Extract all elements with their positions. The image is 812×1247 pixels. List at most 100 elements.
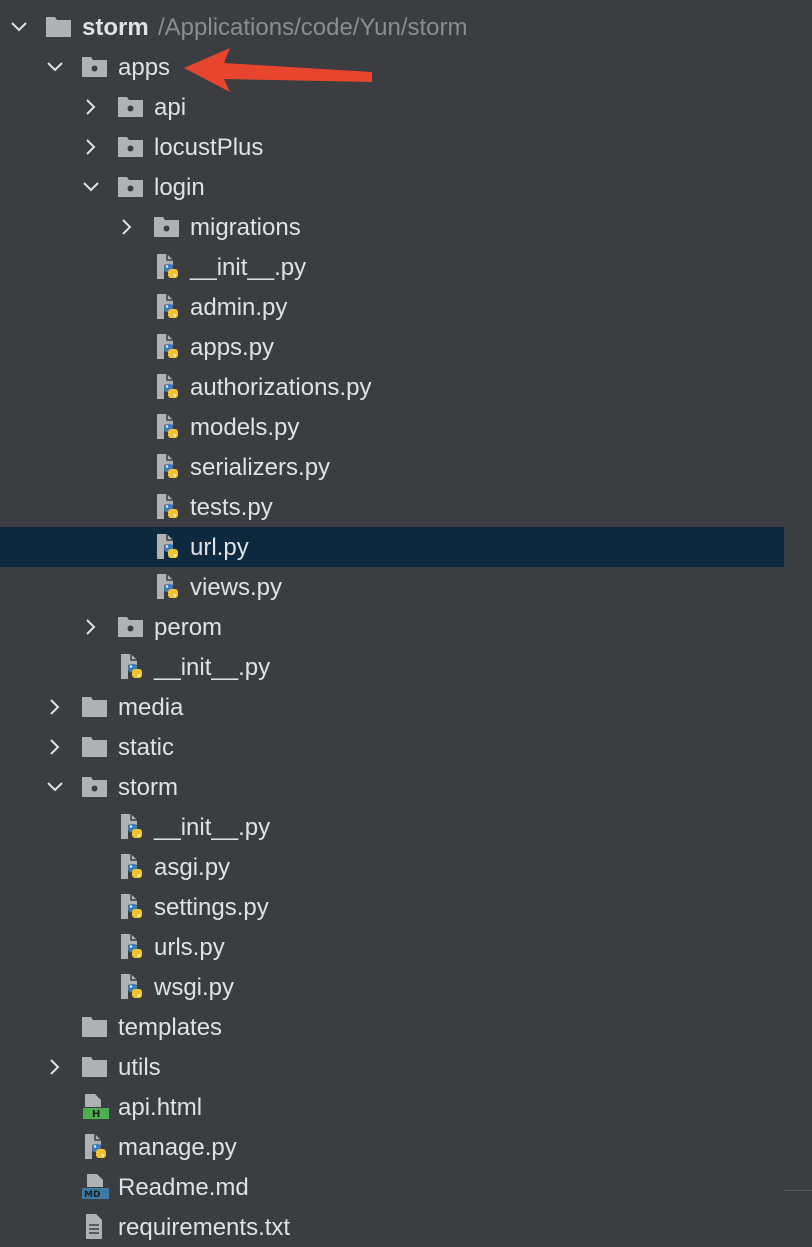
module-folder-icon — [117, 133, 145, 161]
python-file-icon — [153, 493, 181, 521]
module-folder-icon — [153, 213, 181, 241]
tree-item-label: __init__.py — [190, 254, 307, 281]
chevron-right-icon[interactable] — [45, 1057, 65, 1077]
tree-item-label: apps — [118, 54, 171, 81]
chevron-right-icon[interactable] — [81, 137, 101, 157]
python-file-icon — [153, 253, 181, 281]
tree-row[interactable]: tests.py — [0, 487, 784, 527]
tree-row[interactable]: perom — [0, 607, 784, 647]
folder-icon — [81, 1053, 109, 1081]
tree-row[interactable]: wsgi.py — [0, 967, 784, 1007]
python-file-icon — [153, 333, 181, 361]
tree-item-label: storm — [82, 14, 149, 41]
python-file-icon — [117, 853, 145, 881]
project-tool-window: { "colors": { "background": "#3b3d40", "… — [0, 0, 812, 1241]
python-file-icon — [153, 413, 181, 441]
svg-text:MD: MD — [84, 1190, 100, 1200]
tree-row[interactable]: Hapi.html — [0, 1087, 784, 1127]
tree-item-label: locustPlus — [154, 134, 264, 161]
python-file-icon — [153, 573, 181, 601]
tree-item-label: migrations — [190, 214, 301, 241]
python-file-icon — [117, 893, 145, 921]
tree-item-label: admin.py — [190, 294, 288, 321]
python-file-icon — [153, 533, 181, 561]
html-file-icon: H — [81, 1093, 109, 1121]
tree-row[interactable]: url.py — [0, 527, 784, 567]
text-file-icon — [81, 1213, 109, 1241]
chevron-down-icon[interactable] — [45, 57, 65, 77]
tree-row[interactable]: media — [0, 687, 784, 727]
tree-item-label: api.html — [118, 1094, 203, 1121]
tree-row[interactable]: __init__.py — [0, 807, 784, 847]
tree-row[interactable]: api — [0, 87, 784, 127]
tree-row[interactable]: serializers.py — [0, 447, 784, 487]
folder-icon — [81, 693, 109, 721]
tree-item-label: asgi.py — [154, 854, 231, 881]
tree-row[interactable]: __init__.py — [0, 247, 784, 287]
python-file-icon — [153, 453, 181, 481]
tree-item-label: urls.py — [154, 934, 225, 961]
tree-row[interactable]: MD Readme.md — [0, 1167, 784, 1207]
python-file-icon — [153, 293, 181, 321]
python-file-icon — [117, 813, 145, 841]
project-path: /Applications/code/Yun/storm — [158, 14, 468, 41]
tree-item-label: settings.py — [154, 894, 269, 921]
tree-item-label: perom — [154, 614, 223, 641]
tree-item-label: manage.py — [118, 1134, 237, 1161]
tree-item-label: __init__.py — [154, 654, 271, 681]
tree-item-label: tests.py — [190, 494, 273, 521]
tree-item-label: Readme.md — [118, 1174, 249, 1201]
tree-row[interactable]: authorizations.py — [0, 367, 784, 407]
tree-row[interactable]: manage.py — [0, 1127, 784, 1167]
module-folder-icon — [117, 93, 145, 121]
tree-item-label: url.py — [190, 534, 249, 561]
tree-item-label: requirements.txt — [118, 1214, 291, 1241]
tree-item-label: media — [118, 694, 184, 721]
tree-item-label: views.py — [190, 574, 283, 601]
chevron-down-icon[interactable] — [81, 177, 101, 197]
tree-row[interactable]: admin.py — [0, 287, 784, 327]
annotation-arrow — [184, 48, 372, 92]
tree-row[interactable]: __init__.py — [0, 647, 784, 687]
tree-row[interactable]: apps.py — [0, 327, 784, 367]
chevron-down-icon[interactable] — [45, 777, 65, 797]
folder-icon — [81, 733, 109, 761]
chevron-down-icon[interactable] — [9, 17, 29, 37]
tree-row[interactable]: storm — [0, 767, 784, 807]
tree-row[interactable]: urls.py — [0, 927, 784, 967]
tree-row[interactable]: locustPlus — [0, 127, 784, 167]
folder-icon — [81, 1013, 109, 1041]
tree-row[interactable]: models.py — [0, 407, 784, 447]
panel-edge-divider — [784, 1190, 812, 1191]
tree-row[interactable]: apps — [0, 47, 784, 87]
chevron-right-icon[interactable] — [45, 697, 65, 717]
module-folder-icon — [81, 53, 109, 81]
folder-icon — [45, 13, 73, 41]
tree-item-label: storm — [118, 774, 178, 801]
python-file-icon — [81, 1133, 109, 1161]
tree-row[interactable]: settings.py — [0, 887, 784, 927]
tree-item-label: serializers.py — [190, 454, 331, 481]
tree-item-label: utils — [118, 1054, 161, 1081]
chevron-right-icon[interactable] — [117, 217, 137, 237]
module-folder-icon — [81, 773, 109, 801]
tree-item-label: wsgi.py — [154, 974, 235, 1001]
tree-row[interactable]: requirements.txt — [0, 1207, 784, 1247]
chevron-right-icon[interactable] — [81, 97, 101, 117]
project-tree: storm/Applications/code/Yun/storm apps api… — [0, 7, 784, 1247]
tree-row[interactable]: migrations — [0, 207, 784, 247]
tree-item-label: templates — [118, 1014, 223, 1041]
module-folder-icon — [117, 613, 145, 641]
tree-row[interactable]: asgi.py — [0, 847, 784, 887]
tree-row[interactable]: static — [0, 727, 784, 767]
chevron-right-icon[interactable] — [81, 617, 101, 637]
python-file-icon — [117, 933, 145, 961]
tree-item-label: __init__.py — [154, 814, 271, 841]
tree-row[interactable]: templates — [0, 1007, 784, 1047]
tree-row[interactable]: login — [0, 167, 784, 207]
tree-row[interactable]: utils — [0, 1047, 784, 1087]
tree-item-label: authorizations.py — [190, 374, 372, 401]
tree-row[interactable]: views.py — [0, 567, 784, 607]
tree-row[interactable]: storm/Applications/code/Yun/storm — [0, 7, 784, 47]
chevron-right-icon[interactable] — [45, 737, 65, 757]
